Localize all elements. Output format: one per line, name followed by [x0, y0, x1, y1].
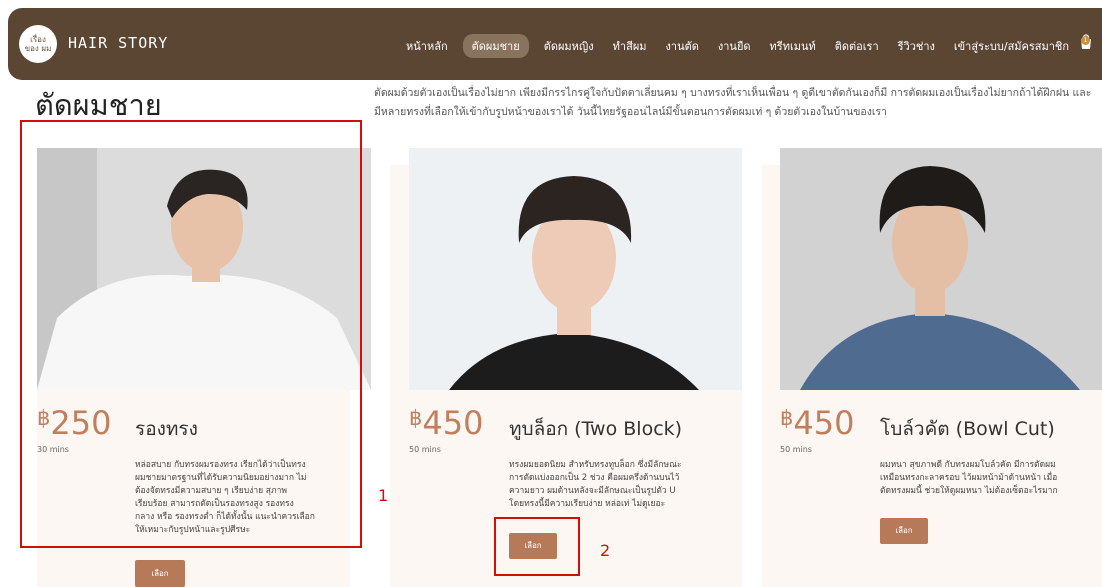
duration-2: 50 mins [409, 445, 441, 454]
logo-text: เรื่อง ของ ผม [24, 35, 52, 53]
intro-line-2: มีหลายทรงที่เลือกให้เข้ากับรูปหน้าของเรา… [374, 106, 887, 118]
nav-item-6[interactable]: ทรีทเมนท์ [770, 34, 816, 58]
navbar-background: เรื่อง ของ ผม HAIR STORY หน้าหลัก ตัดผมชา… [8, 8, 1102, 80]
man-two-block-image [409, 148, 742, 390]
annotation-box-2 [494, 517, 580, 576]
desc-line: ตัดทรงผมนี้ ช่วยให้ดูผมหนา ไม่ต้องเซ็ตอะ… [880, 486, 1058, 496]
currency-symbol: ฿ [409, 406, 423, 430]
annotation-box-1 [20, 120, 362, 548]
desc-line: ความยาว ผมด้านหลังจะมีลักษณะเป็นรูปตัว U [509, 486, 676, 496]
service-image-2[interactable] [409, 148, 742, 390]
man-bowl-cut-image [780, 148, 1102, 390]
nav-item-7[interactable]: ติดต่อเรา [835, 34, 879, 58]
nav-item-4[interactable]: งานตัด [666, 34, 699, 58]
desc-line: ทรงผมยอดนิยม สำหรับทรงทูบล็อก ซึ่งมีลักษ… [509, 460, 682, 470]
top-navbar: เรื่อง ของ ผม HAIR STORY หน้าหลัก ตัดผมชา… [0, 0, 1102, 88]
price-value: 450 [793, 404, 855, 442]
nav-item-3[interactable]: ทำสีผม [613, 34, 647, 58]
service-desc-3: ผมหนา สุขภาพดี กับทรงผมโบล์วคัต มีการตัด… [880, 459, 1095, 498]
annotation-label-1: 1 [378, 486, 389, 505]
brand-name[interactable]: HAIR STORY [68, 34, 168, 52]
price-3: ฿450 [780, 404, 854, 442]
nav-item-0[interactable]: หน้าหลัก [406, 34, 448, 58]
page-intro: ตัดผมด้วยตัวเองเป็นเรื่องไม่ยาก เพียงมีก… [374, 84, 1102, 122]
annotation-label-2: 2 [600, 541, 611, 560]
service-name-2: ทูบล็อก (Two Block) [509, 418, 683, 440]
brand-logo[interactable]: เรื่อง ของ ผม [19, 25, 57, 63]
price-2: ฿450 [409, 404, 483, 442]
desc-line: โดยทรงนี้มีความเรียบง่าย หล่อเท่ ไม่ดูเย… [509, 499, 666, 509]
desc-line: เหมือนทรงกะลาครอบ ไว้ผมหน้าม้าด้านหน้า เ… [880, 473, 1058, 483]
nav-item-5[interactable]: งานยืด [718, 34, 751, 58]
intro-line-1: ตัดผมด้วยตัวเองเป็นเรื่องไม่ยาก เพียงมีก… [374, 87, 1092, 99]
duration-3: 50 mins [780, 445, 812, 454]
currency-symbol: ฿ [780, 406, 794, 430]
nav-item-9[interactable]: เข้าสู่ระบบ/สมัครสมาชิก [954, 34, 1069, 58]
desc-line: การตัดแบ่งออกเป็น 2 ช่วง คือผมครึ่งด้านบ… [509, 473, 680, 483]
nav-item-2[interactable]: ตัดผมหญิง [544, 34, 594, 58]
select-button-3[interactable]: เลือก [880, 518, 928, 544]
nav-item-8[interactable]: รีวิวช่าง [898, 34, 935, 58]
price-value: 450 [422, 404, 484, 442]
select-button-1[interactable]: เลือก [135, 560, 185, 587]
nav-item-1[interactable]: ตัดผมชาย [462, 34, 529, 58]
main-nav: หน้าหลัก ตัดผมชาย ตัดผมหญิง ทำสีผม งานตัด งาน… [406, 34, 1088, 58]
service-image-3[interactable] [780, 148, 1102, 390]
desc-line: ผมหนา สุขภาพดี กับทรงผมโบล์วคัต มีการตัด… [880, 460, 1056, 470]
cart-count-badge: 1 [1081, 36, 1090, 45]
service-desc-2: ทรงผมยอดนิยม สำหรับทรงทูบล็อก ซึ่งมีลักษ… [509, 459, 729, 511]
service-name-3: โบล์วคัต (Bowl Cut) [880, 418, 1055, 440]
